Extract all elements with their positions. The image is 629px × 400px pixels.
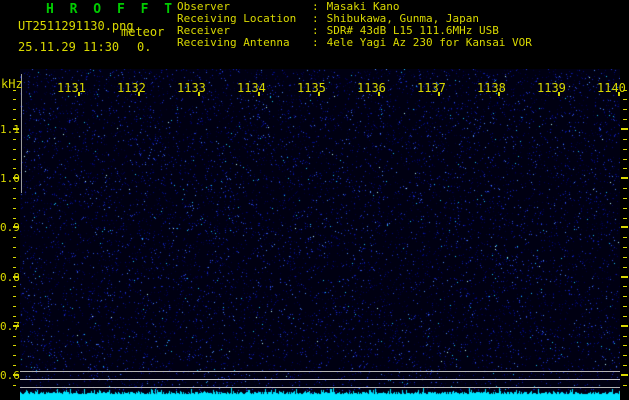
capture-datetime: 25.11.29 11:30 — [18, 40, 120, 54]
time-tick-label: 1140 — [597, 81, 626, 95]
freq-minor-tick-left — [13, 109, 16, 110]
freq-minor-tick-left — [13, 336, 16, 337]
time-tick — [618, 92, 620, 96]
spectrogram-canvas — [20, 69, 620, 400]
freq-minor-tick-left — [13, 208, 16, 209]
time-tick-label: 1133 — [177, 81, 206, 95]
colon: : — [312, 36, 319, 49]
freq-minor-tick-right — [623, 385, 627, 386]
freq-minor-tick-right — [623, 247, 627, 248]
freq-major-tick-left — [13, 128, 19, 130]
freq-major-tick-left — [13, 374, 19, 376]
receiving-antenna-row: Receiving Antenna:4ele Yagi Az 230 for K… — [177, 37, 532, 49]
freq-minor-tick-right — [623, 306, 627, 307]
freq-minor-tick-left — [13, 316, 16, 317]
receiving-antenna-value: 4ele Yagi Az 230 for Kansai VOR — [326, 36, 532, 49]
freq-minor-tick-right — [623, 296, 627, 297]
freq-minor-tick-left — [13, 247, 16, 248]
freq-minor-tick-left — [13, 267, 16, 268]
freq-axis-unit-label: kHz — [1, 77, 23, 91]
freq-minor-tick-left — [13, 168, 16, 169]
freq-minor-tick-left — [13, 296, 16, 297]
freq-minor-tick-right — [623, 208, 627, 209]
spectrogram-plot: kHz 1.1 1.0 0.9 0.8 0.7 0.6 1131 1132 1133 1134 11… — [0, 0, 629, 400]
freq-minor-tick-right — [623, 188, 627, 189]
capture-filename: UT2511291130.png — [18, 19, 134, 33]
freq-minor-tick-left — [13, 90, 16, 91]
freq-minor-tick-left — [13, 188, 16, 189]
freq-minor-tick-left — [13, 355, 16, 356]
echo-count: 0. — [137, 40, 152, 54]
freq-minor-tick-left — [13, 365, 16, 366]
freq-minor-tick-right — [623, 119, 627, 120]
freq-minor-tick-right — [623, 336, 627, 337]
freq-minor-tick-left — [13, 286, 16, 287]
freq-minor-tick-right — [623, 149, 627, 150]
hrofft-window: kHz 1.1 1.0 0.9 0.8 0.7 0.6 1131 1132 1133 1134 11… — [0, 0, 629, 400]
time-tick-label: 1135 — [297, 81, 326, 95]
freq-minor-tick-right — [623, 109, 627, 110]
detection-band-marker — [21, 74, 22, 193]
freq-minor-tick-right — [623, 316, 627, 317]
freq-minor-tick-right — [623, 218, 627, 219]
time-tick — [558, 92, 560, 96]
freq-major-tick-left — [13, 325, 19, 327]
freq-minor-tick-left — [13, 149, 16, 150]
time-tick-label: 1136 — [357, 81, 386, 95]
time-tick — [378, 92, 380, 96]
time-tick — [78, 92, 80, 96]
reference-line-1 — [20, 371, 620, 372]
freq-major-tick-right — [621, 128, 628, 130]
time-tick — [258, 92, 260, 96]
freq-minor-tick-right — [623, 286, 627, 287]
station-name: meteor — [121, 25, 165, 39]
freq-minor-tick-right — [623, 139, 627, 140]
time-tick-label: 1137 — [417, 81, 446, 95]
time-tick — [498, 92, 500, 96]
freq-minor-tick-left — [13, 237, 16, 238]
freq-minor-tick-right — [623, 257, 627, 258]
freq-minor-tick-left — [13, 198, 16, 199]
time-tick-label: 1134 — [237, 81, 266, 95]
freq-minor-tick-right — [623, 159, 627, 160]
receiving-antenna-label: Receiving Antenna — [177, 36, 290, 49]
freq-minor-tick-right — [623, 355, 627, 356]
freq-minor-tick-left — [13, 159, 16, 160]
freq-minor-tick-right — [623, 168, 627, 169]
freq-major-tick-right — [621, 374, 628, 376]
freq-minor-tick-left — [13, 99, 16, 100]
app-title: H R O F F T — [46, 2, 177, 17]
reference-line-2 — [20, 379, 620, 380]
time-tick — [318, 92, 320, 96]
freq-major-tick-right — [621, 276, 628, 278]
freq-minor-tick-left — [13, 119, 16, 120]
freq-minor-tick-left — [13, 306, 16, 307]
freq-major-tick-right — [621, 177, 628, 179]
time-tick-label: 1131 — [57, 81, 86, 95]
freq-minor-tick-left — [13, 139, 16, 140]
time-tick — [198, 92, 200, 96]
freq-minor-tick-right — [623, 99, 627, 100]
freq-major-tick-right — [621, 226, 628, 228]
freq-minor-tick-right — [623, 345, 627, 346]
freq-minor-tick-right — [623, 237, 627, 238]
freq-major-tick-right — [621, 325, 628, 327]
time-tick — [438, 92, 440, 96]
freq-major-tick-left — [13, 177, 19, 179]
freq-minor-tick-right — [623, 365, 627, 366]
freq-major-tick-left — [13, 226, 19, 228]
freq-major-tick-left — [13, 276, 19, 278]
time-tick-label: 1138 — [477, 81, 506, 95]
time-tick-label: 1139 — [537, 81, 566, 95]
time-tick — [138, 92, 140, 96]
time-tick-label: 1132 — [117, 81, 146, 95]
freq-minor-tick-right — [623, 267, 627, 268]
signal-level-strip — [20, 386, 620, 400]
freq-minor-tick-left — [13, 218, 16, 219]
freq-minor-tick-right — [623, 198, 627, 199]
freq-minor-tick-left — [13, 345, 16, 346]
freq-minor-tick-left — [13, 385, 16, 386]
freq-minor-tick-left — [13, 257, 16, 258]
